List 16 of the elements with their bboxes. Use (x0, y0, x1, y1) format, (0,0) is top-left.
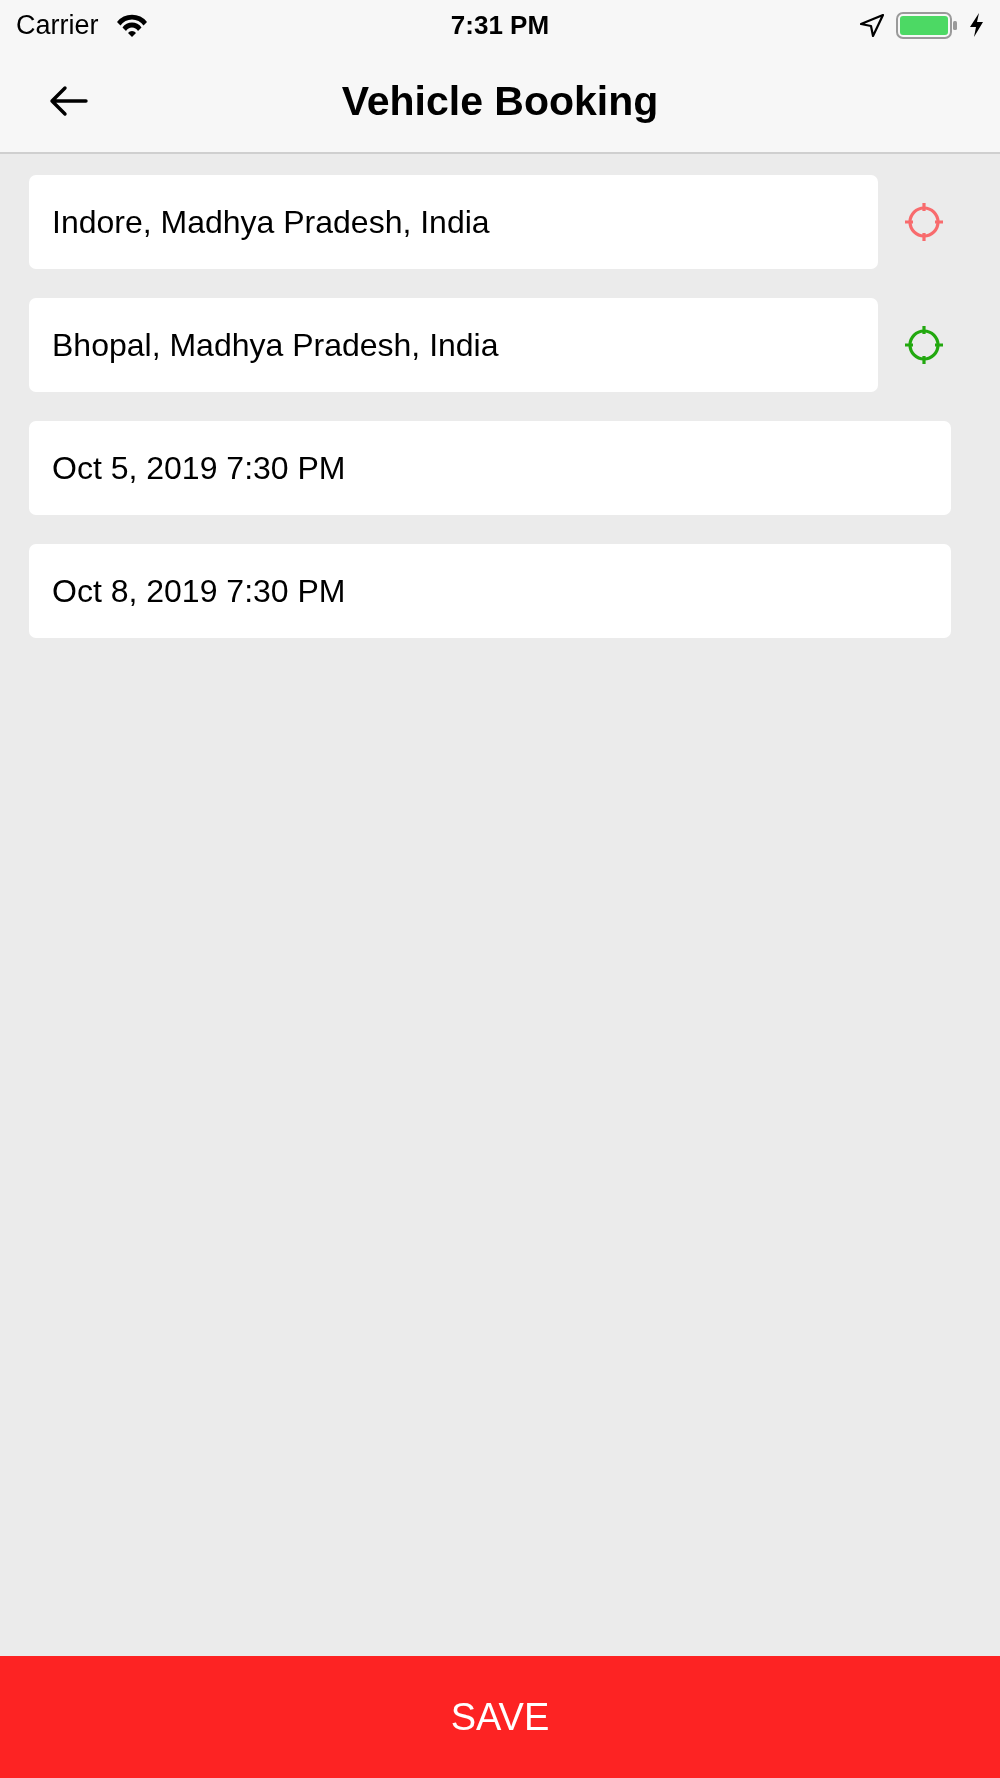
wifi-icon (114, 13, 149, 37)
date-field[interactable]: Oct 5, 2019 7:30 PM (29, 421, 951, 515)
save-button[interactable]: SAVE (0, 1656, 1000, 1778)
charging-bolt-icon (969, 13, 984, 37)
clock-time: 7:31 PM (450, 10, 550, 41)
date-field[interactable]: Oct 8, 2019 7:30 PM (29, 544, 951, 638)
location-field[interactable]: Bhopal, Madhya Pradesh, India (29, 298, 878, 392)
crosshair-icon[interactable] (903, 324, 945, 366)
battery-icon (896, 11, 957, 39)
back-button[interactable] (48, 85, 88, 117)
carrier-name: Carrier (16, 9, 99, 41)
back-arrow-icon (48, 85, 88, 117)
location-field[interactable]: Indore, Madhya Pradesh, India (29, 175, 878, 269)
crosshair-icon[interactable] (903, 201, 945, 243)
page-title: Vehicle Booking (341, 77, 659, 125)
location-arrow-icon (860, 13, 884, 37)
